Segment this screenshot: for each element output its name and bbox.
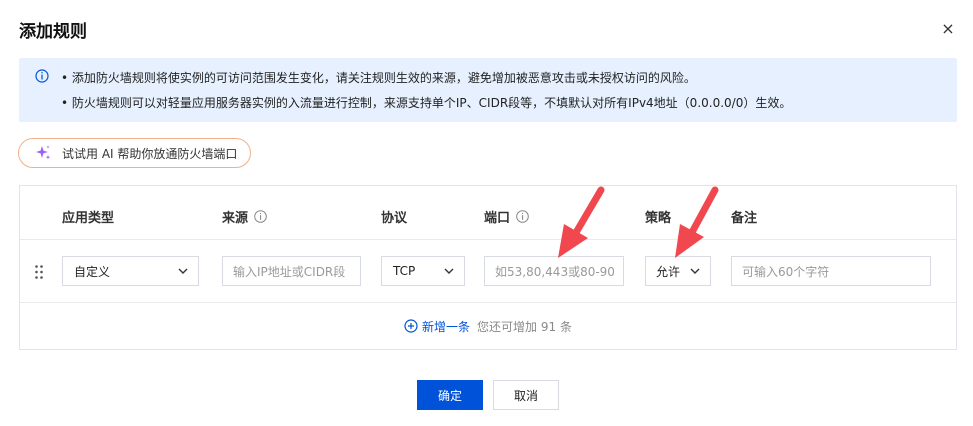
header-port: 端口 (484, 207, 529, 226)
confirm-button[interactable]: 确定 (417, 380, 483, 410)
ai-assist-button[interactable]: 试试用 AI 帮助你放通防火墙端口 (18, 138, 251, 168)
add-rule-bar: 新增一条 您还可增加 91 条 (20, 303, 956, 349)
port-placeholder: 如53,80,443或80-90 (495, 264, 615, 279)
header-protocol: 协议 (381, 211, 408, 226)
add-rule-link[interactable]: 新增一条 (422, 318, 470, 335)
remark-input[interactable]: 可输入60个字符 (731, 256, 931, 286)
chevron-down-icon (178, 268, 188, 274)
source-placeholder: 输入IP地址或CIDR段 (233, 264, 346, 279)
plus-circle-icon[interactable] (404, 319, 418, 333)
header-app-type: 应用类型 (62, 211, 115, 226)
chevron-down-icon (444, 268, 454, 274)
table-row: 自定义 输入IP地址或CIDR段 TCP 如53,80,443或80-90 允许… (20, 240, 956, 303)
info-circle-icon (35, 69, 49, 83)
notice-banner: • 添加防火墙规则将使实例的可访问范围发生变化，请关注规则生效的来源，避免增加被… (19, 58, 957, 122)
ai-sparkle-icon (36, 145, 51, 160)
remaining-count: 您还可增加 91 条 (477, 319, 572, 334)
drag-handle-icon[interactable] (34, 264, 44, 280)
ai-assist-label: 试试用 AI 帮助你放通防火墙端口 (62, 146, 238, 161)
app-type-select[interactable]: 自定义 (62, 256, 199, 286)
chevron-down-icon (690, 268, 700, 274)
table-header: 应用类型 来源 协议 端口 策略 备注 (20, 186, 956, 240)
policy-select[interactable]: 允许 (645, 256, 711, 286)
remark-placeholder: 可输入60个字符 (742, 264, 830, 279)
header-policy: 策略 (645, 211, 672, 226)
protocol-select[interactable]: TCP (381, 256, 465, 286)
add-rule-dialog: 添加规则 × • 添加防火墙规则将使实例的可访问范围发生变化，请关注规则生效的来… (0, 0, 973, 426)
notice-line-1: • 添加防火墙规则将使实例的可访问范围发生变化，请关注规则生效的来源，避免增加被… (61, 71, 696, 85)
close-icon[interactable]: × (939, 20, 957, 38)
dialog-title: 添加规则 (19, 22, 87, 42)
policy-value: 允许 (656, 264, 681, 279)
header-remark: 备注 (731, 211, 758, 226)
app-type-value: 自定义 (74, 264, 111, 279)
help-icon[interactable] (254, 210, 267, 223)
help-icon[interactable] (516, 210, 529, 223)
port-input[interactable]: 如53,80,443或80-90 (484, 256, 624, 286)
source-input[interactable]: 输入IP地址或CIDR段 (222, 256, 361, 286)
notice-line-2: • 防火墙规则可以对轻量应用服务器实例的入流量进行控制，来源支持单个IP、CID… (61, 96, 792, 110)
cancel-button[interactable]: 取消 (493, 380, 559, 410)
protocol-value: TCP (393, 264, 416, 278)
rules-table: 应用类型 来源 协议 端口 策略 备注 自定义 输入IP地址或CIDR段 TCP… (19, 185, 957, 350)
header-source: 来源 (222, 207, 267, 226)
